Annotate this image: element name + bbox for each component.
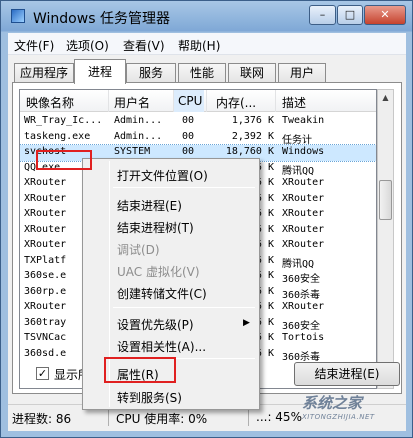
column-description[interactable]: 描述 [282,94,306,111]
tab-strip: 应用程序 进程 服务 性能 联网 用户 [8,59,406,84]
cell-image-name: svchost [24,146,67,157]
status-divider [248,408,249,426]
cell-description: 360安全 [282,274,321,285]
cell-description: Windows [282,146,325,157]
menu-open-file-location[interactable]: 打开文件位置(O) [117,167,208,184]
cell-image-name: WR_Tray_Ic... [24,115,103,126]
menu-view[interactable]: 查看(V) [123,37,165,54]
cell-description: XRouter [282,223,325,235]
menu-gutter [109,161,110,407]
maximize-button[interactable]: □ [337,5,363,25]
submenu-arrow-icon: ▶ [243,318,250,328]
cell-cpu: 00 [182,115,195,126]
column-cpu[interactable]: CPU [174,90,204,112]
cell-description: 360安全 [282,320,321,332]
watermark-subtext: XITONGZHIJIA.NET [302,413,375,421]
cell-description: 腾讯QQ [282,258,315,270]
menu-bar: 文件(F) 选项(O) 查看(V) 帮助(H) [8,33,406,55]
process-row[interactable]: taskeng.exe Admin... 00 2,392 K 任务计 [20,130,376,146]
cell-description: XRouter [282,208,325,219]
menu-file[interactable]: 文件(F) [14,37,54,54]
title-bar[interactable]: Windows 任务管理器 – □ ✕ [1,1,412,33]
menu-separator [113,307,255,308]
cell-description: XRouter [282,192,325,204]
column-divider[interactable] [108,90,109,112]
column-memory[interactable]: 内存(... [216,94,256,111]
cell-user-name: Admin... [114,130,163,142]
menu-end-process-tree[interactable]: 结束进程树(T) [117,219,194,236]
menu-create-dump-file[interactable]: 创建转储文件(C) [117,285,207,302]
tab-performance[interactable]: 性能 [178,63,226,83]
cell-cpu: 00 [182,146,195,157]
column-divider[interactable] [275,90,276,112]
cell-description: 360杀毒 [282,351,321,363]
cell-image-name: taskeng.exe [24,130,91,142]
menu-properties[interactable]: 属性(R) [117,366,159,383]
menu-end-process[interactable]: 结束进程(E) [117,197,182,214]
tab-applications[interactable]: 应用程序 [14,63,74,83]
cell-description: XRouter [282,177,325,188]
minimize-button[interactable]: – [309,5,336,25]
status-process-count: 进程数: 86 [12,412,72,426]
column-divider[interactable] [206,90,207,112]
show-all-users-checkbox[interactable]: ✓ [36,367,49,380]
cell-description: XRouter [282,239,325,250]
column-image-name[interactable]: 映像名称 [26,94,74,111]
menu-options[interactable]: 选项(O) [66,37,109,54]
menu-debug: 调试(D) [117,243,160,257]
end-process-button[interactable]: 结束进程(E) [294,362,400,386]
task-manager-app-icon [11,9,25,23]
cell-description: XRouter [282,301,325,312]
menu-uac-virtualization: UAC 虚拟化(V) [117,265,200,279]
cell-memory: 18,760 K [225,146,274,157]
cell-description: 腾讯QQ [282,165,315,177]
cell-user-name: SYSTEM [114,146,151,157]
menu-help[interactable]: 帮助(H) [178,37,220,54]
tab-services[interactable]: 服务 [126,63,176,83]
status-divider [108,408,109,426]
menu-separator [113,187,255,188]
status-memory-usage: ...: 45% [256,410,302,424]
close-button[interactable]: ✕ [364,5,406,25]
cell-user-name: Admin... [114,115,163,126]
menu-go-to-service[interactable]: 转到服务(S) [117,389,182,406]
process-row[interactable]: WR_Tray_Ic... Admin... 00 1,376 K Tweakin [20,114,376,130]
watermark-text: 系统之家 [302,394,363,412]
cell-description: 360杀毒 [282,289,321,301]
site-watermark-logo: 系统之家 XITONGZHIJIA.NET [302,392,412,436]
process-context-menu: 打开文件位置(O) 结束进程(E) 结束进程树(T) 调试(D) UAC 虚拟化… [82,158,260,410]
menu-separator [113,358,255,359]
cell-memory: 2,392 K [231,130,274,142]
status-cpu-usage: CPU 使用率: 0% [116,412,208,426]
cell-cpu: 00 [182,130,195,142]
cell-description: Tortois [282,332,325,343]
tab-networking[interactable]: 联网 [228,63,276,83]
scroll-up-icon[interactable]: ▲ [378,90,393,106]
cell-description: Tweakin [282,115,325,126]
menu-set-affinity[interactable]: 设置相关性(A)... [117,338,206,355]
cell-description: 任务计 [282,134,312,146]
tab-users[interactable]: 用户 [278,63,326,83]
vertical-scrollbar[interactable]: ▲ ▼ [377,89,394,389]
window-title: Windows 任务管理器 [33,11,170,27]
menu-set-priority[interactable]: 设置优先级(P) [117,316,194,333]
column-header-row: 映像名称 用户名 CPU 内存(... 描述 [20,90,376,112]
cell-memory: 1,376 K [231,115,274,126]
column-user-name[interactable]: 用户名 [114,94,150,111]
scroll-thumb[interactable] [379,180,392,220]
tab-processes[interactable]: 进程 [74,59,126,84]
